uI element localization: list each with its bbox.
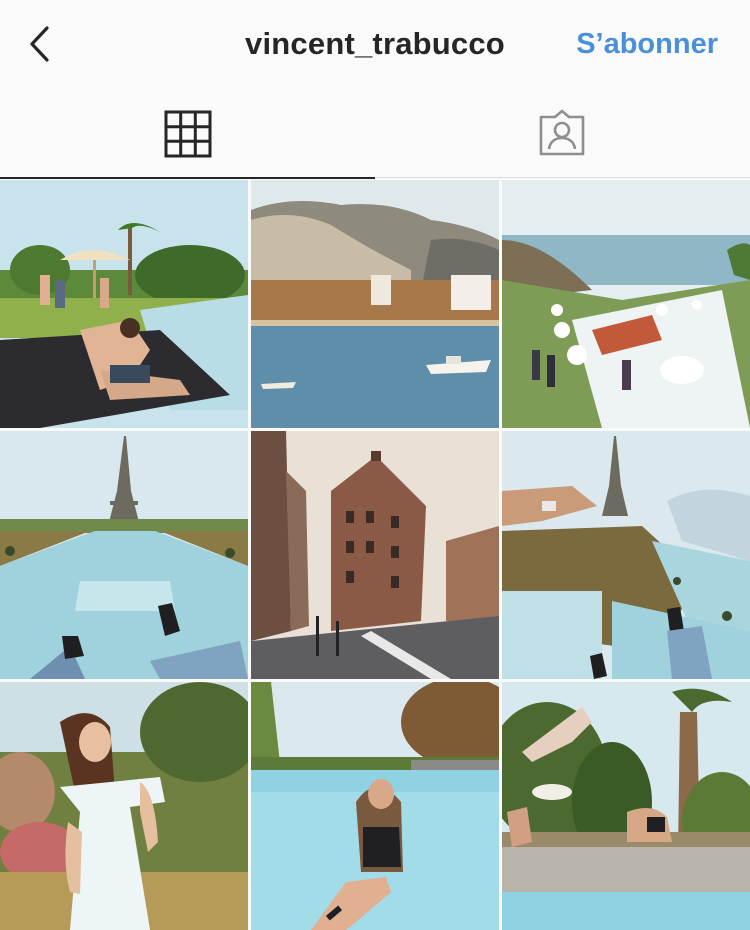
post-thumbnail-coastal-bay[interactable]	[251, 180, 499, 428]
post-thumbnail-eiffel-hand[interactable]	[502, 431, 750, 679]
back-button[interactable]	[22, 22, 62, 66]
follow-button[interactable]: S’abonner	[576, 28, 718, 61]
post-thumbnail-eiffel-fountains[interactable]	[0, 431, 248, 679]
post-thumbnail-rooftop-terrace[interactable]	[502, 180, 750, 428]
profile-tabs	[0, 92, 750, 179]
post-thumbnail-paris-street[interactable]	[251, 431, 499, 679]
tab-posts-grid[interactable]	[0, 92, 375, 179]
tab-tagged[interactable]	[375, 92, 750, 178]
tagged-user-icon	[539, 109, 585, 156]
post-thumbnail-white-dress[interactable]	[0, 682, 248, 930]
chevron-left-icon	[30, 26, 49, 62]
active-tab-indicator	[0, 177, 375, 179]
top-bar: vincent_trabucco S’abonner	[0, 0, 750, 92]
post-thumbnail-pool-party[interactable]	[0, 180, 248, 428]
posts-grid	[0, 180, 750, 930]
post-thumbnail-follow-me-pool[interactable]	[251, 682, 499, 930]
post-thumbnail-pool-backflip[interactable]	[502, 682, 750, 930]
grid-icon	[164, 110, 212, 158]
